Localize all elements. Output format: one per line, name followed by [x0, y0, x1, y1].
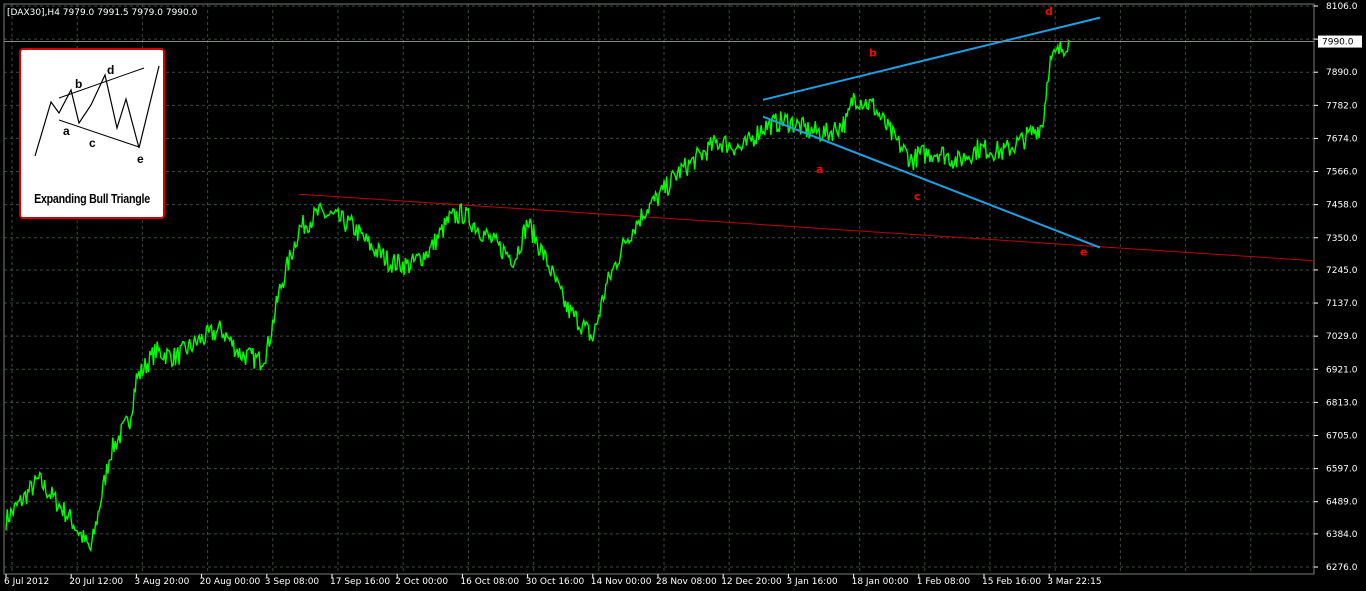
- x-tick-label: 3 Sep 08:00: [265, 577, 320, 587]
- y-tick-label: 7137.0: [1326, 299, 1358, 309]
- x-tick-label: 15 Feb 16:00: [982, 577, 1041, 587]
- wave-label-a: a: [816, 163, 823, 176]
- x-tick-label: 6 Jul 2012: [4, 577, 49, 587]
- y-tick-label: 7350.0: [1326, 234, 1358, 244]
- y-tick-label: 7458.0: [1326, 201, 1358, 211]
- y-tick-label: 7245.0: [1326, 266, 1358, 276]
- y-tick-label: 7782.0: [1326, 101, 1358, 111]
- price-chart[interactable]: abcde 8106.07998.07890.07782.07674.07566…: [0, 0, 1366, 591]
- y-tick-label: 7029.0: [1326, 332, 1358, 342]
- symbol-header: [DAX30],H4 7979.0 7991.5 7979.0 7990.0: [7, 8, 198, 18]
- pattern-title: Expanding Bull Triangle: [34, 191, 150, 206]
- x-tick-label: 12 Dec 20:00: [721, 577, 782, 587]
- x-tick-label: 16 Oct 08:00: [460, 577, 519, 587]
- x-tick-label: 1 Feb 08:00: [917, 577, 971, 587]
- pattern-label-d: d: [107, 63, 114, 77]
- wave-label-c: c: [914, 190, 921, 203]
- x-tick-label: 3 Mar 22:15: [1047, 577, 1101, 587]
- pattern-lower-line: [58, 119, 140, 148]
- pattern-label-a: a: [63, 124, 70, 138]
- x-tick-label: 2 Oct 00:00: [395, 577, 448, 587]
- y-tick-label: 7674.0: [1326, 134, 1358, 144]
- y-tick-label: 6384.0: [1326, 530, 1358, 540]
- y-tick-label: 6813.0: [1326, 398, 1358, 408]
- x-tick-label: 30 Oct 16:00: [526, 577, 585, 587]
- wave-label-d: d: [1045, 5, 1053, 18]
- x-tick-label: 14 Nov 00:00: [591, 577, 652, 587]
- x-tick-label: 18 Jan 00:00: [852, 577, 909, 587]
- y-tick-label: 6489.0: [1326, 498, 1358, 508]
- x-tick-label: 3 Aug 20:00: [134, 577, 189, 587]
- y-tick-label: 8106.0: [1326, 2, 1358, 12]
- x-tick-label: 3 Jan 16:00: [786, 577, 838, 587]
- y-tick-label: 6276.0: [1326, 563, 1358, 573]
- pattern-upper-line: [58, 67, 145, 99]
- pattern-zigzag: [34, 65, 160, 157]
- y-tick-label: 7566.0: [1326, 168, 1358, 178]
- pattern-label-c: c: [89, 136, 96, 150]
- wave-label-e: e: [1080, 246, 1087, 259]
- x-tick-label: 17 Sep 16:00: [330, 577, 390, 587]
- y-tick-label: 7890.0: [1326, 68, 1358, 78]
- y-tick-label: 6921.0: [1326, 365, 1358, 375]
- y-tick-label: 6705.0: [1326, 431, 1358, 441]
- x-tick-label: 20 Aug 00:00: [200, 577, 261, 587]
- pattern-inset: a b c d e Expanding Bull Triangle: [19, 48, 165, 219]
- current-price-label: 7990.0: [1322, 38, 1354, 48]
- pattern-label-e: e: [137, 152, 144, 166]
- x-tick-label: 20 Jul 12:00: [69, 577, 123, 587]
- x-tick-label: 28 Nov 08:00: [656, 577, 717, 587]
- wave-label-b: b: [869, 46, 877, 59]
- pattern-label-b: b: [75, 77, 82, 91]
- y-tick-label: 6597.0: [1326, 465, 1358, 475]
